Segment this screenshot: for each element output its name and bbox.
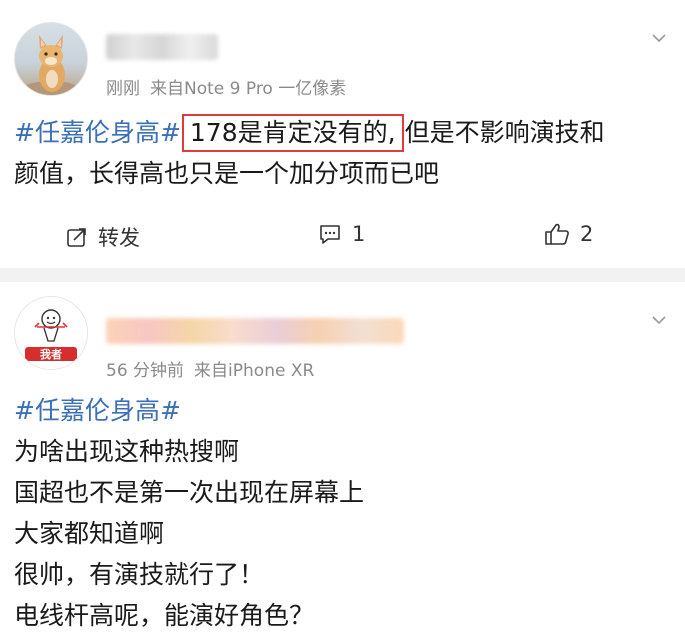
chevron-down-icon[interactable] [651, 30, 667, 46]
content-line: 国超也不是第一次出现在屏幕上 [14, 478, 365, 507]
post-content: #任嘉伦身高# 178是肯定没有的, 但是不影响演技和 颜值，长得高也只是一个加分项… [14, 112, 654, 194]
post-source: 来自Note 9 Pro 一亿像素 [150, 79, 347, 99]
chevron-down-icon[interactable] [651, 312, 667, 328]
repost-icon [67, 228, 86, 247]
content-line: 很帅，有演技就行了！ [14, 560, 265, 589]
post-card-2: 我者 56 分钟前 来自iPhone XR #任嘉伦身高# 为啥出现这种热搜啊 国… [0, 282, 685, 640]
post-source: 来自iPhone XR [194, 361, 315, 381]
hashtag-link[interactable]: #任嘉伦身高# [14, 390, 654, 431]
content-line-2: 颜值，长得高也只是一个加分项而已吧 [14, 159, 440, 188]
user-avatar[interactable]: 我者 [14, 296, 88, 370]
repost-label: 转发 [98, 226, 140, 250]
comment-count: 1 [352, 222, 366, 246]
sticker-avatar-icon: 我者 [15, 297, 87, 369]
username-blurred[interactable] [106, 34, 218, 60]
username-blurred[interactable] [106, 318, 404, 344]
cat-avatar-icon [21, 35, 81, 95]
content-line: 大家都知道啊 [14, 519, 165, 548]
repost-button[interactable]: 转发 [66, 222, 140, 252]
post-content: #任嘉伦身高# 为啥出现这种热搜啊 国超也不是第一次出现在屏幕上 大家都知道啊 … [14, 390, 654, 636]
post-meta: 56 分钟前 来自iPhone XR [106, 356, 324, 381]
user-avatar[interactable] [14, 22, 88, 96]
content-line: 为啥出现这种热搜啊 [14, 437, 240, 466]
avatar-caption: 我者 [40, 347, 62, 361]
post-meta: 刚刚 来自Note 9 Pro 一亿像素 [106, 74, 356, 99]
comment-icon [320, 225, 340, 244]
like-button[interactable]: 2 [544, 222, 593, 246]
highlighted-text: 178是肯定没有的, [181, 114, 404, 152]
content-line: 电线杆高呢，能演好角色？ [14, 601, 315, 630]
post-time: 56 分钟前 [106, 361, 185, 381]
post-card-1: 刚刚 来自Note 9 Pro 一亿像素 #任嘉伦身高# 178是肯定没有的, 但是不… [0, 0, 685, 268]
content-text: 但是不影响演技和 [404, 118, 605, 147]
comment-button[interactable]: 1 [318, 222, 365, 246]
post-time: 刚刚 [106, 79, 140, 99]
hashtag-link[interactable]: #任嘉伦身高# [14, 118, 181, 147]
like-count: 2 [580, 222, 594, 246]
thumbs-up-icon [545, 223, 569, 245]
post-separator [0, 268, 685, 282]
content-line-1: #任嘉伦身高# 178是肯定没有的, 但是不影响演技和 [14, 112, 654, 153]
